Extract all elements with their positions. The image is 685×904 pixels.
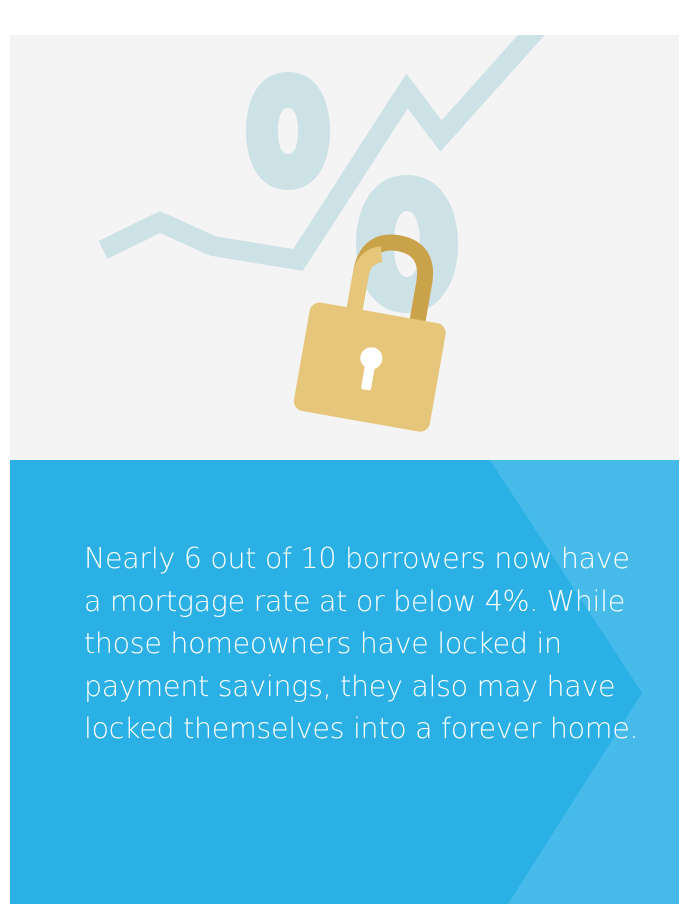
text-panel: Nearly 6 out of 10 borrowers now have a … bbox=[10, 460, 679, 904]
info-card: Nearly 6 out of 10 borrowers now have a … bbox=[10, 35, 679, 904]
body-paragraph: Nearly 6 out of 10 borrowers now have a … bbox=[84, 542, 639, 745]
illustration-panel bbox=[10, 35, 679, 460]
mortgage-rate-illustration bbox=[98, 35, 545, 432]
